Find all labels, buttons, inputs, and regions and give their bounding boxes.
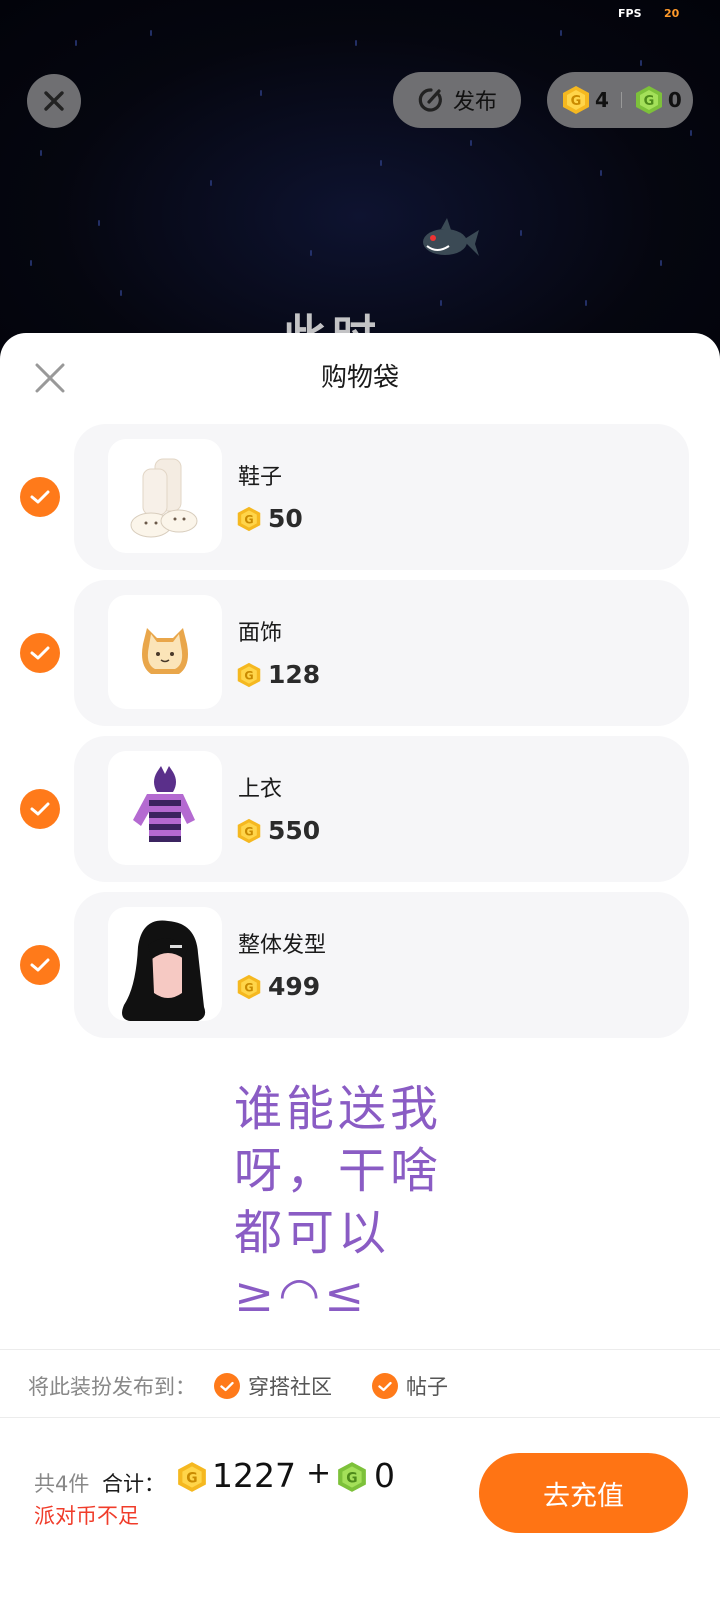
item-price-value: 550: [268, 816, 321, 845]
close-icon: [44, 91, 64, 111]
publish-to-label: 将此装扮发布到：: [28, 1375, 196, 1399]
svg-text:G: G: [244, 981, 253, 994]
game-scene: 此时: [0, 0, 720, 360]
publish-to-row: 将此装扮发布到： 穿搭社区 帖子: [28, 1371, 448, 1401]
item-card[interactable]: 整体发型 G 499: [74, 892, 689, 1038]
item-card[interactable]: 上衣 G 550: [74, 736, 689, 882]
fps-label: FPS: [618, 7, 642, 20]
svg-text:G: G: [186, 1470, 197, 1486]
total-label: 合计：: [102, 1472, 165, 1496]
item-checkbox[interactable]: [20, 477, 60, 517]
fps-value: 20: [664, 7, 680, 20]
item-price-value: 50: [268, 504, 303, 533]
sticker-line: 呀，干啥: [234, 1143, 443, 1199]
gold-coin-count: 4: [595, 88, 609, 112]
item-price: G 128: [236, 660, 320, 689]
publish-option-label: 帖子: [406, 1375, 448, 1399]
shoes-thumbnail: [108, 439, 222, 553]
item-price: G 50: [236, 504, 303, 533]
item-card[interactable]: 鞋子 G 50: [74, 424, 689, 570]
svg-text:G: G: [571, 94, 582, 109]
recharge-button[interactable]: 去充值: [479, 1453, 688, 1533]
striped-hoodie-thumbnail: [108, 751, 222, 865]
green-coin-icon: G: [338, 1462, 366, 1492]
sticker-line: 都可以 ≥◠≤: [234, 1205, 391, 1323]
gold-coin-icon: G: [563, 86, 589, 114]
green-coin-icon: G: [635, 86, 662, 114]
check-icon: [30, 490, 50, 504]
publish-button[interactable]: 发布: [393, 72, 521, 128]
check-icon: [30, 802, 50, 816]
svg-text:G: G: [346, 1470, 357, 1486]
item-name: 整体发型: [238, 933, 327, 958]
publish-option-community[interactable]: 穿搭社区: [214, 1371, 332, 1401]
svg-text:G: G: [244, 825, 253, 838]
item-price-value: 128: [268, 660, 321, 689]
item-price-value: 499: [268, 972, 321, 1001]
gold-coin-icon: G: [178, 1462, 206, 1492]
publish-icon: [418, 88, 442, 112]
check-icon: [214, 1373, 240, 1399]
item-checkbox[interactable]: [20, 945, 60, 985]
check-icon: [30, 646, 50, 660]
svg-text:G: G: [644, 94, 655, 109]
gold-coin-icon: G: [237, 506, 261, 531]
check-icon: [30, 958, 50, 972]
gold-coin-icon: G: [237, 662, 261, 687]
check-icon: [372, 1373, 398, 1399]
item-checkbox[interactable]: [20, 633, 60, 673]
item-name: 上衣: [238, 777, 283, 802]
gold-coin-icon: G: [237, 974, 261, 999]
sheet-title: 购物袋: [320, 363, 399, 393]
bag-item-face-accessory: 面饰 G 128: [0, 580, 720, 726]
cat-toast-thumbnail: [108, 595, 222, 709]
item-checkbox[interactable]: [20, 789, 60, 829]
bag-item-hairstyle: 整体发型 G 499: [0, 892, 720, 1038]
item-card[interactable]: 面饰 G 128: [74, 580, 689, 726]
sticker-line: 谁能送我: [234, 1081, 443, 1137]
coin-balance[interactable]: G 4 G 0: [547, 72, 693, 128]
handwritten-sticker: 谁能送我 呀，干啥 都可以 ≥◠≤: [234, 1078, 534, 1326]
checkout-footer: 共4件 合计： G 1227 + G 0 派对币不足 去充值: [0, 1418, 720, 1600]
item-name: 面饰: [238, 621, 283, 646]
shark-creature: [423, 218, 479, 256]
green-coin-count: 0: [667, 88, 682, 112]
item-name: 鞋子: [238, 465, 283, 490]
svg-text:G: G: [244, 513, 253, 526]
gold-total: 1227: [212, 1456, 296, 1495]
green-total: 0: [374, 1456, 395, 1495]
bag-item-shoes: 鞋子 G 50: [0, 424, 720, 570]
publish-option-post[interactable]: 帖子: [372, 1371, 448, 1401]
insufficient-warning: 派对币不足: [34, 1504, 139, 1528]
plus-sign: +: [306, 1456, 332, 1491]
publish-option-label: 穿搭社区: [248, 1375, 332, 1399]
gold-coin-icon: G: [237, 818, 261, 843]
item-price: G 550: [236, 816, 320, 845]
bag-item-top: 上衣 G 550: [0, 736, 720, 882]
item-price: G 499: [236, 972, 320, 1001]
item-count: 共4件: [34, 1472, 90, 1496]
publish-label: 发布: [452, 90, 497, 115]
black-hair-thumbnail: [108, 907, 222, 1021]
divider: [0, 1349, 720, 1350]
shopping-bag-sheet: 购物袋 鞋子 G 50 面饰 G 128 上衣 G 550 整体发型 G 499…: [0, 333, 720, 1600]
close-scene-button[interactable]: [27, 74, 81, 128]
svg-text:G: G: [244, 669, 253, 682]
